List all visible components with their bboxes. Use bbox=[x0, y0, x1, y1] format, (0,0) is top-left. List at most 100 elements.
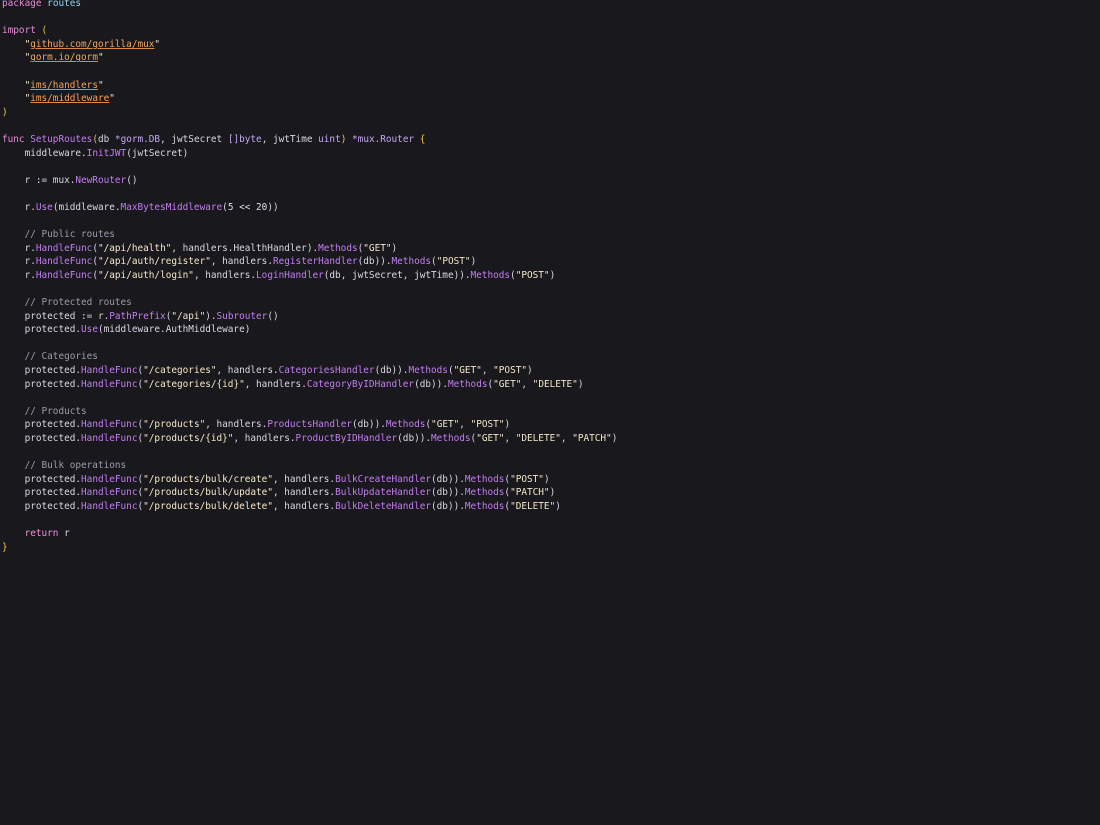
code-line[interactable]: "ims/handlers" bbox=[2, 79, 617, 93]
code-text: r. bbox=[2, 256, 36, 268]
code-string: "/products/{id}" bbox=[143, 433, 234, 444]
code-function-name: Methods bbox=[385, 419, 426, 431]
code-text: , jwtSecret bbox=[160, 133, 228, 145]
code-string: "PATCH" bbox=[572, 433, 612, 444]
code-text: , bbox=[459, 419, 471, 431]
code-text: (db)). bbox=[414, 378, 448, 390]
code-bracket: } bbox=[2, 541, 8, 553]
code-line[interactable]: protected.HandleFunc("/products", handle… bbox=[2, 418, 617, 432]
code-function-name: InitJWT bbox=[86, 147, 127, 159]
code-text: , bbox=[504, 433, 516, 444]
code-type: *mux.Router bbox=[352, 133, 415, 145]
code-function-name: Methods bbox=[431, 433, 471, 444]
code-function-name: HandleFunc bbox=[81, 487, 138, 499]
code-string: "GET" bbox=[476, 433, 505, 444]
code-type: []byte bbox=[227, 133, 262, 145]
code-line[interactable]: ) bbox=[2, 106, 617, 120]
code-string: " bbox=[109, 93, 115, 105]
code-line[interactable]: protected := r.PathPrefix("/api").Subrou… bbox=[2, 310, 617, 324]
code-line[interactable]: r := mux.NewRouter() bbox=[2, 174, 617, 188]
code-line[interactable]: // Protected routes bbox=[2, 296, 617, 310]
code-line[interactable] bbox=[2, 337, 617, 351]
code-text: ) bbox=[527, 365, 533, 377]
code-line[interactable]: } bbox=[2, 541, 617, 555]
code-text: protected. bbox=[2, 433, 82, 444]
code-text: ). bbox=[205, 310, 217, 322]
code-text: , handlers. bbox=[233, 433, 296, 444]
code-text: (middleware.AuthMiddleware) bbox=[97, 324, 251, 336]
code-line[interactable] bbox=[2, 187, 617, 201]
code-function-name: Methods bbox=[464, 487, 505, 499]
code-string: "/api/auth/register" bbox=[97, 256, 211, 268]
code-line[interactable] bbox=[2, 391, 617, 405]
code-function-name: Use bbox=[81, 324, 98, 336]
code-text: ) bbox=[543, 473, 550, 485]
code-editor[interactable]: package routes import ( "github.com/gori… bbox=[0, 0, 1100, 825]
code-line[interactable]: import ( bbox=[2, 24, 617, 38]
code-function-name: NewRouter bbox=[75, 174, 127, 186]
code-text: () bbox=[267, 310, 279, 322]
code-line[interactable]: r.HandleFunc("/api/health", handlers.Hea… bbox=[2, 242, 617, 256]
code-line[interactable]: protected.HandleFunc("/products/bulk/upd… bbox=[2, 486, 617, 500]
code-line[interactable]: "github.com/gorilla/mux" bbox=[2, 38, 617, 52]
code-line[interactable]: protected.HandleFunc("/products/{id}", h… bbox=[2, 432, 618, 446]
code-line[interactable] bbox=[2, 514, 617, 528]
code-line[interactable]: r.HandleFunc("/api/auth/login", handlers… bbox=[2, 269, 617, 283]
code-function-name: Methods bbox=[318, 242, 358, 254]
code-line[interactable] bbox=[2, 215, 617, 229]
code-text: ) bbox=[549, 487, 556, 499]
code-line[interactable]: middleware.InitJWT(jwtSecret) bbox=[2, 147, 617, 161]
code-line[interactable]: // Categories bbox=[2, 350, 617, 364]
code-string: "DELETE" bbox=[532, 378, 578, 390]
code-line[interactable]: // Public routes bbox=[2, 228, 617, 242]
code-line[interactable]: "gorm.io/gorm" bbox=[2, 51, 617, 65]
code-text: r. bbox=[2, 201, 36, 213]
code-text: protected. bbox=[2, 324, 82, 336]
code-line[interactable]: protected.HandleFunc("/categories", hand… bbox=[2, 364, 617, 378]
code-string: "POST" bbox=[493, 365, 528, 377]
code-line[interactable]: // Products bbox=[2, 405, 617, 419]
code-text: , handlers. bbox=[210, 256, 273, 268]
code-line[interactable]: func SetupRoutes(db *gorm.DB, jwtSecret … bbox=[2, 133, 617, 147]
code-text: , handlers. bbox=[193, 269, 257, 281]
code-string: "/api/auth/login" bbox=[97, 269, 194, 281]
code-line[interactable] bbox=[2, 446, 617, 460]
code-line[interactable]: protected.HandleFunc("/categories/{id}",… bbox=[2, 378, 617, 392]
code-content[interactable]: package routes import ( "github.com/gori… bbox=[2, 0, 617, 554]
code-keyword: import bbox=[2, 25, 36, 37]
code-text: , handlers. bbox=[244, 378, 307, 390]
code-text: r. bbox=[2, 269, 36, 281]
code-string: "PATCH" bbox=[510, 487, 550, 499]
code-string: "POST" bbox=[510, 473, 544, 485]
code-comment: // Categories bbox=[2, 351, 98, 363]
code-text: db bbox=[97, 133, 115, 145]
code-line[interactable] bbox=[2, 11, 617, 25]
code-line[interactable]: // Bulk operations bbox=[2, 459, 617, 473]
code-text: (db)). bbox=[357, 256, 392, 268]
code-line[interactable]: package routes bbox=[2, 0, 617, 11]
code-line[interactable]: protected.Use(middleware.AuthMiddleware) bbox=[2, 323, 617, 337]
code-line[interactable]: return r bbox=[2, 527, 617, 541]
code-text: , bbox=[481, 365, 494, 377]
code-text: (middleware. bbox=[52, 201, 121, 213]
code-function-name: Methods bbox=[408, 365, 448, 377]
code-function-name: HandleFunc bbox=[81, 433, 138, 444]
code-line[interactable]: r.HandleFunc("/api/auth/register", handl… bbox=[2, 255, 617, 269]
code-text: () bbox=[126, 174, 138, 186]
code-import-path: ims/handlers bbox=[30, 79, 98, 91]
code-string: " bbox=[97, 79, 104, 91]
code-line[interactable]: protected.HandleFunc("/products/bulk/cre… bbox=[2, 473, 617, 487]
code-line[interactable]: r.Use(middleware.MaxBytesMiddleware(5 <<… bbox=[2, 201, 617, 215]
code-line[interactable] bbox=[2, 65, 617, 79]
code-line[interactable] bbox=[2, 119, 617, 133]
code-line[interactable] bbox=[2, 160, 617, 174]
code-line[interactable]: "ims/middleware" bbox=[2, 92, 617, 106]
code-text: ) bbox=[504, 419, 511, 431]
code-text: ) bbox=[549, 269, 556, 281]
code-function-name: SetupRoutes bbox=[30, 133, 93, 145]
code-string: "/products" bbox=[143, 419, 206, 431]
code-line[interactable] bbox=[2, 282, 617, 296]
code-function-name: MaxBytesMiddleware bbox=[120, 201, 223, 213]
code-line[interactable]: protected.HandleFunc("/products/bulk/del… bbox=[2, 500, 617, 514]
